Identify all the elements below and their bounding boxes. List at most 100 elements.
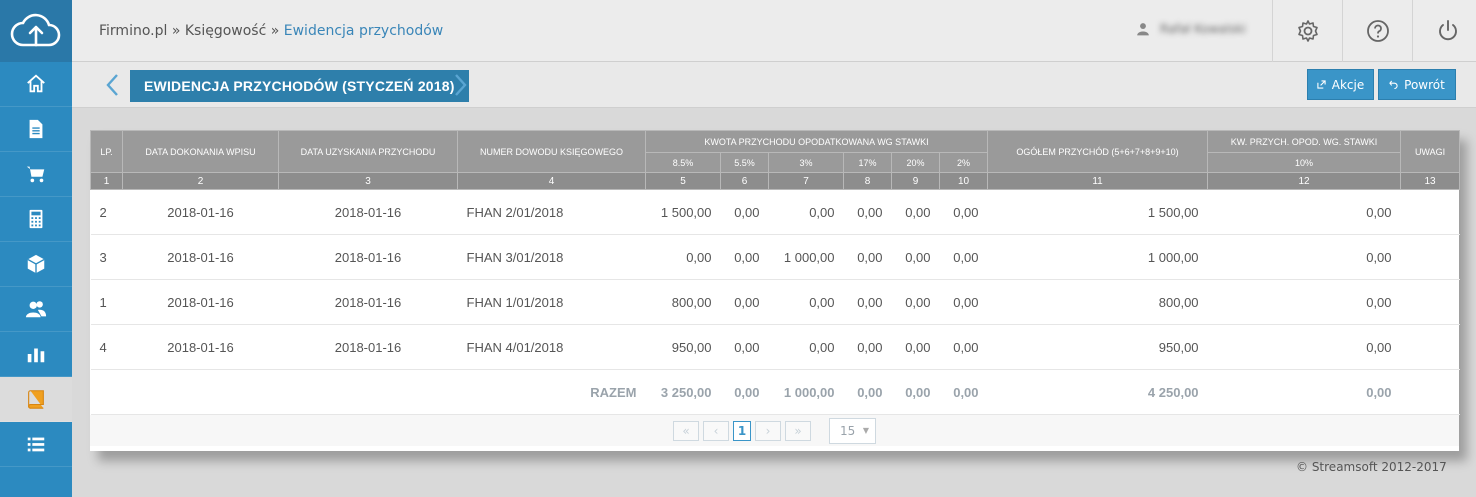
header-rate-8-5[interactable]: 8.5%: [645, 152, 721, 173]
table-row[interactable]: 1 2018-01-16 2018-01-16 FHAN 1/01/2018 8…: [90, 279, 1460, 325]
total-overall: 4 250,00: [987, 369, 1208, 415]
undo-icon: [1389, 80, 1398, 89]
header-doc-number[interactable]: NUMER DOWODU KSIĘGOWEGO: [457, 130, 646, 173]
cell-notes: [1400, 279, 1460, 325]
box-icon: [27, 254, 45, 274]
cell-date-entry: 2018-01-16: [122, 234, 279, 280]
sidebar-item-documents[interactable]: [0, 107, 72, 152]
breadcrumb-home[interactable]: Firmino.pl: [99, 23, 167, 39]
breadcrumb: Firmino.pl » Księgowość » Ewidencja przy…: [99, 23, 443, 39]
income-register-panel: LP. DATA DOKONANIA WPISU DATA UZYSKANIA …: [90, 130, 1461, 451]
table-row[interactable]: 3 2018-01-16 2018-01-16 FHAN 3/01/2018 0…: [90, 234, 1460, 280]
actions-button[interactable]: Akcje: [1307, 69, 1374, 100]
header-lp[interactable]: LP.: [90, 130, 123, 173]
app-logo[interactable]: [0, 0, 72, 62]
cell-date-entry: 2018-01-16: [122, 189, 279, 235]
cell-doc-number: FHAN 2/01/2018: [457, 189, 646, 235]
cell-total: 1 000,00: [987, 234, 1208, 280]
total-rate-5-5: 0,00: [720, 369, 769, 415]
first-page-button[interactable]: «: [673, 420, 699, 441]
sidebar: [0, 0, 72, 497]
cell-rate-3: 0,00: [768, 189, 844, 235]
cell-rate-8-5: 0,00: [645, 234, 721, 280]
sidebar-item-calculator[interactable]: [0, 197, 72, 242]
document-icon: [29, 119, 43, 139]
cell-date-income: 2018-01-16: [278, 234, 458, 280]
cell-total: 950,00: [987, 324, 1208, 370]
column-number: 1: [90, 172, 123, 190]
table-row[interactable]: 4 2018-01-16 2018-01-16 FHAN 4/01/2018 9…: [90, 324, 1460, 370]
header-rate-17[interactable]: 17%: [843, 152, 892, 173]
total-rate-17: 0,00: [843, 369, 892, 415]
cell-doc-number: FHAN 3/01/2018: [457, 234, 646, 280]
cell-rate-8-5: 800,00: [645, 279, 721, 325]
page-size-select[interactable]: 15 ▼: [829, 417, 876, 444]
header-rate-2[interactable]: 2%: [938, 152, 989, 173]
last-page-button[interactable]: »: [785, 420, 811, 441]
breadcrumb-accounting[interactable]: Księgowość: [185, 23, 266, 39]
next-page-button[interactable]: ›: [755, 420, 781, 441]
header-rate-20[interactable]: 20%: [891, 152, 940, 173]
cell-date-income: 2018-01-16: [278, 324, 458, 370]
income-register-table: LP. DATA DOKONANIA WPISU DATA UZYSKANIA …: [90, 130, 1461, 415]
page-number-button[interactable]: 1: [733, 420, 751, 441]
header-rate-5-5[interactable]: 5.5%: [720, 152, 769, 173]
sidebar-item-accounting[interactable]: [0, 377, 72, 422]
double-chevron-left-icon: «: [682, 423, 690, 438]
cell-rate-5-5: 0,00: [720, 324, 769, 370]
cell-rate-20: 0,00: [891, 324, 940, 370]
cell-kw-10: 0,00: [1207, 324, 1401, 370]
total-notes: [1400, 369, 1460, 415]
cell-rate-8-5: 950,00: [645, 324, 721, 370]
sidebar-item-contractors[interactable]: [0, 287, 72, 332]
previous-month-button[interactable]: [102, 72, 122, 98]
cell-doc-number: FHAN 4/01/2018: [457, 324, 646, 370]
sidebar-item-products[interactable]: [0, 242, 72, 287]
cell-rate-3: 0,00: [768, 279, 844, 325]
cell-rate-17: 0,00: [843, 189, 892, 235]
total-kw-10: 0,00: [1207, 369, 1401, 415]
help-button[interactable]: [1342, 0, 1412, 62]
sidebar-item-sales[interactable]: [0, 152, 72, 197]
cell-notes: [1400, 189, 1460, 235]
column-number: 9: [891, 172, 940, 190]
header-date-income[interactable]: DATA UZYSKANIA PRZYCHODU: [278, 130, 458, 173]
top-bar: Firmino.pl » Księgowość » Ewidencja przy…: [72, 0, 1476, 62]
header-notes[interactable]: UWAGI: [1400, 130, 1461, 173]
cell-rate-5-5: 0,00: [720, 234, 769, 280]
sidebar-item-home[interactable]: [0, 62, 72, 107]
prev-page-button[interactable]: ‹: [703, 420, 729, 441]
pagination: « ‹ 1 › » 15 ▼: [90, 415, 1459, 446]
table-row[interactable]: 2 2018-01-16 2018-01-16 FHAN 2/01/2018 1…: [90, 189, 1460, 235]
column-number: 12: [1207, 172, 1402, 190]
next-month-button[interactable]: [451, 72, 471, 98]
cell-rate-2: 0,00: [939, 189, 988, 235]
cell-date-income: 2018-01-16: [278, 279, 458, 325]
cell-rate-20: 0,00: [891, 279, 940, 325]
cell-date-income: 2018-01-16: [278, 189, 458, 235]
cell-rate-2: 0,00: [939, 279, 988, 325]
header-total[interactable]: OGÓŁEM PRZYCHÓD (5+6+7+8+9+10): [987, 130, 1209, 173]
header-kw-rate-10[interactable]: 10%: [1207, 152, 1402, 173]
column-number: 2: [122, 172, 279, 190]
back-button[interactable]: Powrót: [1378, 69, 1456, 100]
calculator-icon: [29, 209, 43, 229]
total-rate-2: 0,00: [939, 369, 988, 415]
gear-icon: [1297, 20, 1318, 42]
sidebar-item-reports[interactable]: [0, 332, 72, 377]
column-number: 11: [987, 172, 1209, 190]
list-icon: [27, 437, 45, 452]
header-amount-group: KWOTA PRZYCHODU OPODATKOWANA WG STAWKI: [644, 130, 989, 153]
header-rate-3[interactable]: 3%: [768, 152, 844, 173]
column-number: 6: [720, 172, 769, 190]
cell-rate-17: 0,00: [843, 279, 892, 325]
sidebar-item-lists[interactable]: [0, 422, 72, 467]
settings-button[interactable]: [1272, 0, 1342, 62]
user-menu[interactable]: Rafał Kowalski: [1136, 22, 1246, 36]
back-button-label: Powrót: [1404, 77, 1445, 92]
user-icon: [1137, 23, 1149, 36]
column-number: 4: [457, 172, 646, 190]
logout-button[interactable]: [1412, 0, 1476, 62]
total-rate-8-5: 3 250,00: [645, 369, 721, 415]
header-date-entry[interactable]: DATA DOKONANIA WPISU: [122, 130, 279, 173]
